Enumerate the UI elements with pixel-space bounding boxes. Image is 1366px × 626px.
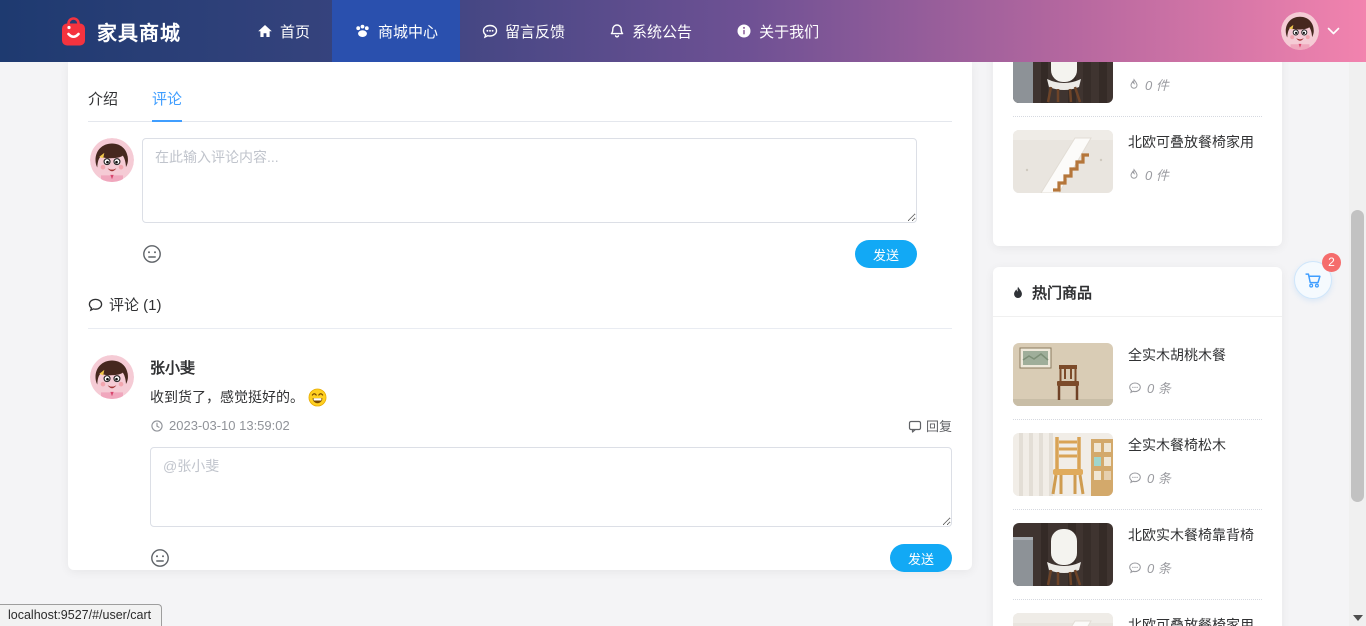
brand-title: 家具商城: [97, 22, 181, 45]
send-comment-button[interactable]: 发送: [854, 240, 917, 268]
scrollbar-thumb[interactable]: [1351, 210, 1364, 502]
reply-emoji-picker-button[interactable]: [150, 548, 170, 568]
comment-bubble-icon: [1128, 381, 1142, 394]
product-image-staircase: [1013, 130, 1113, 193]
nav-item-home[interactable]: 首页: [235, 0, 332, 62]
hot-product-item[interactable]: 北欧实木餐椅靠背椅 0 条: [1013, 523, 1262, 600]
clock-icon: [150, 419, 164, 433]
nav-item-label: 关于我们: [759, 23, 820, 41]
cart-button[interactable]: 2: [1294, 253, 1341, 299]
comment-bubble-icon: [1128, 561, 1142, 574]
nav-item-about[interactable]: 关于我们: [714, 0, 841, 62]
hot-products-header: 热门商品: [993, 267, 1282, 317]
comment-icon: [88, 297, 103, 312]
product-comment-count: 0 条: [1128, 558, 1254, 577]
user-avatar[interactable]: [1281, 12, 1319, 50]
product-sold-count: 0 件: [1128, 75, 1254, 94]
comment-bubble-icon: [1128, 471, 1142, 484]
product-detail-card: 介绍 评论 发送: [68, 62, 972, 572]
product-comment-count: 0 条: [1128, 468, 1226, 487]
feedback-bubble-icon: [482, 23, 498, 39]
product-image-wood-chair: [1013, 433, 1113, 496]
product-title: 全实木餐椅松木: [1128, 437, 1226, 453]
sidebar: 北欧实木餐椅靠背椅 0 件: [993, 20, 1282, 626]
scrollbar[interactable]: [1349, 62, 1366, 626]
hot-products-card: 热门商品 全实木胡桃木餐 0 条 全实木餐椅松木 0 条 北欧实木餐椅靠背椅 0…: [993, 267, 1282, 626]
app: 家具商城 首页 商城中心 留言反馈 系统公告 关于我们 介绍 评论 在此输入评论…: [0, 0, 1366, 626]
reply-editor: 发送: [150, 447, 952, 572]
brand[interactable]: 家具商城: [60, 16, 181, 47]
product-title: 北欧可叠放餐椅家用: [1128, 134, 1254, 150]
nav-item-label: 商城中心: [378, 23, 439, 41]
nav-item-label: 留言反馈: [505, 23, 566, 41]
tabs: 介绍 评论: [88, 88, 952, 122]
hot-product-item[interactable]: 北欧可叠放餐椅家用: [1013, 613, 1262, 626]
product-sold-count: 0 件: [1128, 165, 1254, 184]
nav-item-label: 系统公告: [632, 23, 693, 41]
nav-item-label: 首页: [280, 23, 311, 41]
comment-content: 收到货了，感觉挺好的。: [150, 387, 952, 407]
chevron-down-icon: [1327, 26, 1340, 36]
comment-input[interactable]: [142, 138, 917, 223]
info-icon: [736, 23, 752, 39]
reply-button[interactable]: 回复: [908, 416, 952, 435]
comment-editor: 发送: [88, 138, 952, 268]
shopping-bag-logo-icon: [60, 16, 87, 47]
paw-icon: [354, 23, 371, 39]
emoji-picker-button[interactable]: [142, 244, 162, 264]
navbar: 家具商城 首页 商城中心 留言反馈 系统公告 关于我们: [0, 0, 1366, 62]
cart-icon: [1304, 271, 1322, 289]
tab-comments[interactable]: 评论: [152, 88, 183, 122]
nav-item-feedback[interactable]: 留言反馈: [460, 0, 587, 62]
product-title: 全实木胡桃木餐: [1128, 347, 1226, 363]
product-image-white-chair: [1013, 523, 1113, 586]
current-user-avatar: [90, 138, 134, 182]
nav-item-mall-center[interactable]: 商城中心: [332, 0, 461, 62]
hot-product-item[interactable]: 全实木胡桃木餐 0 条: [1013, 343, 1262, 420]
divider: [88, 328, 952, 329]
nav-menu: 首页 商城中心 留言反馈 系统公告 关于我们: [235, 0, 841, 62]
send-reply-button[interactable]: 发送: [889, 544, 952, 572]
product-image-beige-room: [1013, 343, 1113, 406]
reply-input[interactable]: [150, 447, 952, 527]
cart-badge: 2: [1322, 253, 1341, 272]
comment-item: 张小斐 收到货了，感觉挺好的。 2023-03-10 13:59:02 回复 @…: [88, 355, 952, 572]
scrollbar-down-arrow[interactable]: [1353, 615, 1363, 621]
comment-timestamp: 2023-03-10 13:59:02: [150, 418, 290, 433]
sold-flame-icon: [1128, 78, 1140, 91]
product-title: 北欧实木餐椅靠背椅: [1128, 527, 1254, 543]
commenter-avatar: [90, 355, 134, 399]
product-image-staircase: [1013, 613, 1113, 626]
comments-count-header: 评论 (1): [88, 294, 952, 315]
hot-product-item[interactable]: 全实木餐椅松木 0 条: [1013, 433, 1262, 510]
tab-intro[interactable]: 介绍: [88, 88, 118, 109]
flame-icon: [1011, 285, 1025, 301]
recommend-item[interactable]: 北欧可叠放餐椅家用 0 件: [1013, 130, 1262, 206]
product-comment-count: 0 条: [1128, 378, 1226, 397]
product-title: 北欧可叠放餐椅家用: [1128, 617, 1254, 626]
comments-count-label: 评论 (1): [109, 297, 162, 314]
home-icon: [257, 23, 273, 39]
comment-author: 张小斐: [150, 360, 196, 377]
nav-item-announcements[interactable]: 系统公告: [587, 0, 714, 62]
link-preview-statusbar: localhost:9527/#/user/cart: [0, 604, 163, 626]
grin-emoji-icon: [308, 388, 327, 407]
reply-bubble-icon: [908, 419, 922, 433]
bell-icon: [609, 23, 625, 39]
user-menu[interactable]: [1281, 12, 1340, 50]
sold-flame-icon: [1128, 168, 1140, 181]
hot-products-title: 热门商品: [1032, 285, 1093, 302]
